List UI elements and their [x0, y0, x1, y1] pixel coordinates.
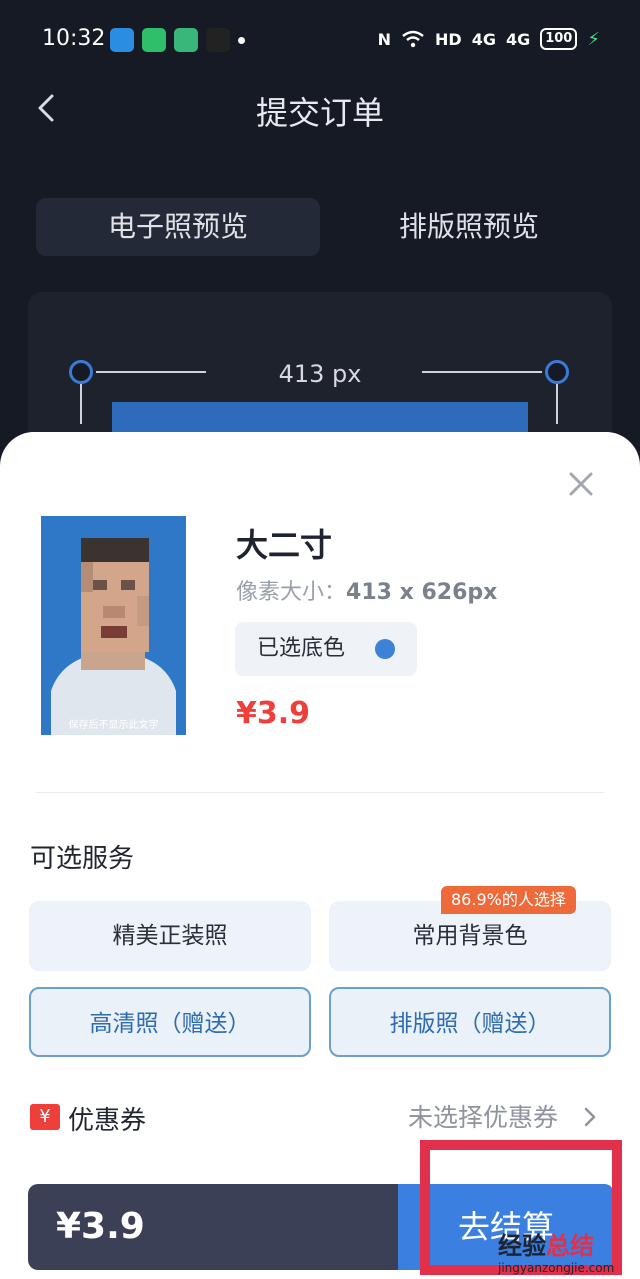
wifi-icon	[402, 30, 424, 48]
watermark-text-b: 总结	[546, 1232, 594, 1260]
charging-icon: ⚡	[587, 28, 600, 50]
preview-tabs: 电子照预览 排版照预览	[36, 198, 612, 256]
id-photo-thumbnail: 保存后不显示此文字	[41, 516, 186, 735]
color-swatch-icon	[375, 639, 395, 659]
service-hd-photo-button[interactable]: 高清照（赠送）	[29, 987, 311, 1057]
watermark-title: 经验总结	[498, 1226, 628, 1261]
dimension-tick-right	[556, 384, 558, 424]
battery-icon: 100	[540, 28, 578, 50]
telegram-icon	[110, 28, 134, 52]
more-notifications-icon	[238, 37, 245, 44]
service-formal-wear-button[interactable]: 精美正装照	[29, 901, 311, 971]
tab-electronic-preview[interactable]: 电子照预览	[36, 198, 320, 256]
pixel-size-label: 像素大小：	[236, 580, 347, 605]
signal-icon: 4G	[471, 29, 496, 49]
popularity-badge: 86.9%的人选择	[441, 886, 576, 914]
message-app-icon	[174, 28, 198, 52]
dimension-line-right	[422, 371, 542, 373]
coupon-label: 优惠券	[68, 1106, 147, 1136]
portrait-image	[41, 516, 186, 735]
tiktok-icon	[206, 28, 230, 52]
right-handle-icon	[545, 360, 569, 384]
watermark: 经验总结 jingyanzongjie.com	[498, 1226, 628, 1275]
status-time: 10:32	[42, 26, 106, 51]
system-icons: N HD 4G 4G 100 ⚡	[378, 28, 600, 50]
page-title: 提交订单	[255, 94, 384, 132]
coupon-selector[interactable]: 未选择优惠券	[408, 1098, 558, 1134]
watermark-text-a: 经验	[498, 1232, 546, 1260]
notification-icons	[110, 28, 245, 52]
hd-indicator: HD	[435, 29, 462, 49]
chevron-right-icon[interactable]	[580, 1104, 600, 1130]
dimension-label: 413 px	[278, 360, 362, 388]
tab-layout-preview[interactable]: 排版照预览	[326, 198, 612, 256]
photo-caption: 保存后不显示此文字	[68, 720, 159, 731]
service-layout-photo-button[interactable]: 排版照（赠送）	[329, 987, 611, 1057]
product-price: ¥3.9	[236, 696, 311, 731]
pixel-size-value: 413 x 626px	[346, 580, 498, 605]
pixel-size: 像素大小：413 x 626px	[236, 574, 497, 606]
product-name: 大二寸	[236, 526, 333, 564]
coupon-icon: ¥	[30, 1104, 60, 1130]
total-price: ¥3.9	[56, 1206, 145, 1247]
background-color-chip[interactable]: 已选底色	[235, 622, 417, 676]
signal-icon-2: 4G	[505, 29, 531, 49]
background-color-label: 已选底色	[257, 636, 346, 661]
status-bar: 10:32 N HD 4G 4G 100 ⚡	[0, 0, 640, 80]
close-icon[interactable]	[565, 468, 597, 500]
services-title: 可选服务	[30, 844, 135, 874]
divider	[36, 792, 604, 793]
watermark-url: jingyanzongjie.com	[498, 1261, 615, 1275]
nfc-icon: N	[377, 29, 392, 49]
dimension-tick-left	[80, 384, 82, 424]
app-notification-icon	[142, 28, 166, 52]
